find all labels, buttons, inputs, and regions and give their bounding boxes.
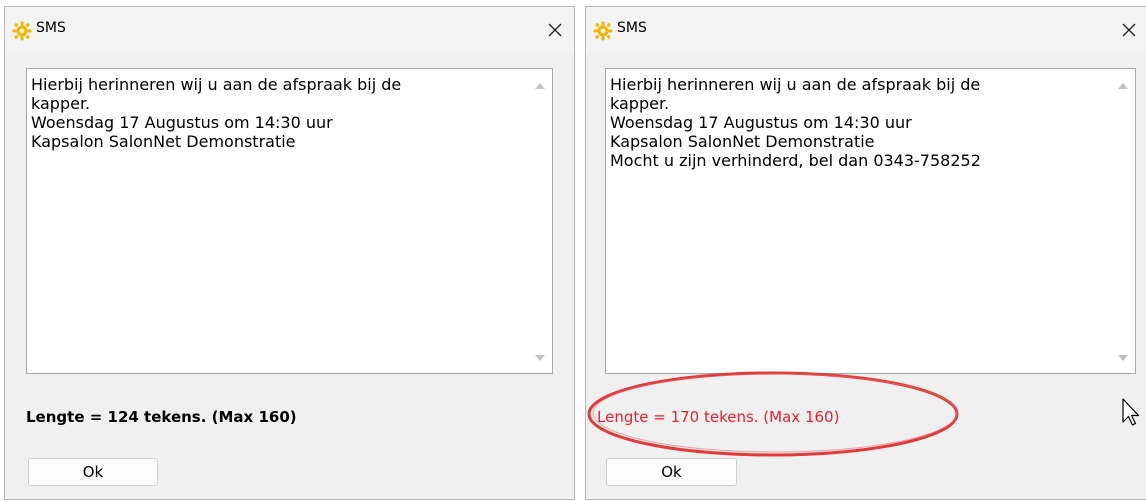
sun-gear-icon — [12, 21, 32, 41]
message-text: Hierbij herinneren wij u aan de afspraak… — [31, 75, 522, 151]
message-textarea[interactable]: Hierbij herinneren wij u aan de afspraak… — [26, 68, 553, 374]
scroll-up-arrow-icon[interactable] — [1118, 83, 1128, 89]
title-bar: SMS — [586, 7, 1146, 53]
length-counter-label: Lengte = 124 tekens. (Max 160) — [26, 408, 297, 426]
message-line: Hierbij herinneren wij u aan de afspraak… — [610, 75, 981, 94]
length-counter-label-error: Lengte = 170 tekens. (Max 160) — [597, 408, 840, 426]
vertical-scrollbar[interactable] — [1111, 69, 1135, 373]
title-bar: SMS — [5, 7, 574, 53]
message-line: kapper. — [610, 94, 670, 113]
dialog-title: SMS — [617, 20, 647, 36]
message-line: kapper. — [31, 94, 91, 113]
message-line: Hierbij herinneren wij u aan de afspraak… — [31, 75, 402, 94]
scroll-up-arrow-icon[interactable] — [535, 83, 545, 89]
close-button[interactable] — [538, 15, 572, 45]
scroll-down-arrow-icon[interactable] — [535, 355, 545, 361]
sms-dialog-left: SMS Hierbij herinneren wij u aan de afsp… — [4, 6, 575, 500]
dialog-title: SMS — [36, 20, 66, 36]
sms-dialog-right: SMS Hierbij herinneren wij u aan de afsp… — [585, 6, 1146, 500]
close-icon — [548, 23, 562, 37]
ok-button[interactable]: Ok — [606, 458, 737, 486]
message-text: Hierbij herinneren wij u aan de afspraak… — [610, 75, 1105, 170]
sun-gear-icon — [593, 21, 613, 41]
ok-button[interactable]: Ok — [28, 458, 158, 486]
mouse-pointer-icon — [1122, 398, 1140, 426]
message-line: Kapsalon SalonNet Demonstratie — [31, 132, 296, 151]
message-textarea[interactable]: Hierbij herinneren wij u aan de afspraak… — [605, 68, 1136, 374]
close-button[interactable] — [1112, 15, 1146, 45]
screenshot-canvas: SMS Hierbij herinneren wij u aan de afsp… — [0, 0, 1146, 501]
message-line: Woensdag 17 Augustus om 14:30 uur — [610, 113, 912, 132]
message-line: Mocht u zijn verhinderd, bel dan 0343-75… — [610, 151, 981, 170]
close-icon — [1122, 23, 1136, 37]
message-line: Woensdag 17 Augustus om 14:30 uur — [31, 113, 333, 132]
message-line: Kapsalon SalonNet Demonstratie — [610, 132, 875, 151]
scroll-down-arrow-icon[interactable] — [1118, 355, 1128, 361]
vertical-scrollbar[interactable] — [528, 69, 552, 373]
